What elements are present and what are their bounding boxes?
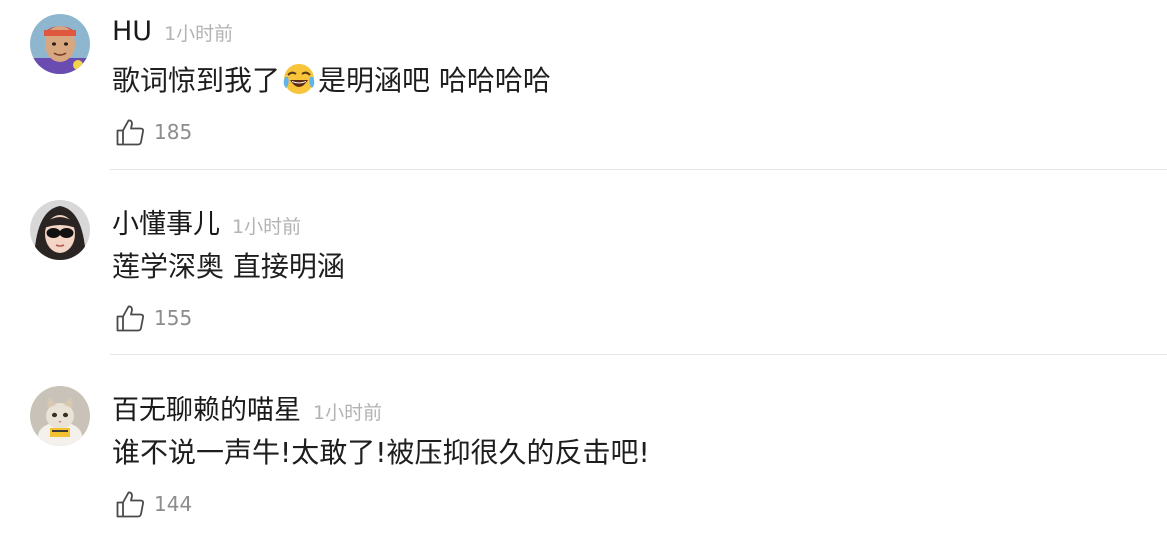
user-avatar-icon <box>30 200 90 260</box>
comment-text: 莲学深奥 直接明涵 <box>112 244 345 286</box>
comment-time: 1小时前 <box>232 216 302 238</box>
like-count: 185 <box>154 120 193 144</box>
comment-text-part: 谁不说一声牛!太敢了!被压抑很久的反击吧! <box>112 436 650 469</box>
avatar[interactable] <box>30 200 90 260</box>
comment-header: HU 1小时前 <box>112 16 233 52</box>
username[interactable]: 百无聊赖的喵星 <box>112 388 301 427</box>
comment-item: 小懂事儿 1小时前 莲学深奥 直接明涵 155 <box>0 186 1167 372</box>
avatar[interactable] <box>30 14 90 74</box>
comment-text-part: 歌词惊到我了 <box>112 64 281 97</box>
user-avatar-icon <box>30 386 90 446</box>
comment-item: HU 1小时前 歌词惊到我了 是明涵吧 哈哈哈哈 185 <box>0 0 1167 186</box>
username[interactable]: HU <box>112 16 152 47</box>
like-button[interactable]: 155 <box>114 300 192 336</box>
comment-time: 1小时前 <box>313 402 383 424</box>
thumbs-up-icon <box>116 305 144 332</box>
like-button[interactable]: 185 <box>114 114 192 150</box>
comment-text-part: 是明涵吧 哈哈哈哈 <box>318 64 551 97</box>
divider <box>110 169 1167 170</box>
like-count: 155 <box>154 306 193 330</box>
avatar[interactable] <box>30 386 90 446</box>
comment-item: 百无聊赖的喵星 1小时前 谁不说一声牛!太敢了!被压抑很久的反击吧! 144 <box>0 372 1167 558</box>
thumbs-up-icon <box>116 491 144 518</box>
like-count: 144 <box>154 492 193 516</box>
thumbs-up-icon <box>116 119 144 146</box>
like-button[interactable]: 144 <box>114 486 192 522</box>
comment-time: 1小时前 <box>164 23 234 45</box>
comment-text-part: 莲学深奥 直接明涵 <box>112 250 345 283</box>
username[interactable]: 小懂事儿 <box>112 202 220 241</box>
user-avatar-icon <box>30 14 90 74</box>
divider <box>110 354 1167 355</box>
laughing-tears-emoji-icon <box>283 64 315 94</box>
comment-header: 百无聊赖的喵星 1小时前 <box>112 388 383 427</box>
comment-header: 小懂事儿 1小时前 <box>112 202 302 241</box>
comment-text: 谁不说一声牛!太敢了!被压抑很久的反击吧! <box>112 430 650 472</box>
comment-text: 歌词惊到我了 是明涵吧 哈哈哈哈 <box>112 58 551 100</box>
